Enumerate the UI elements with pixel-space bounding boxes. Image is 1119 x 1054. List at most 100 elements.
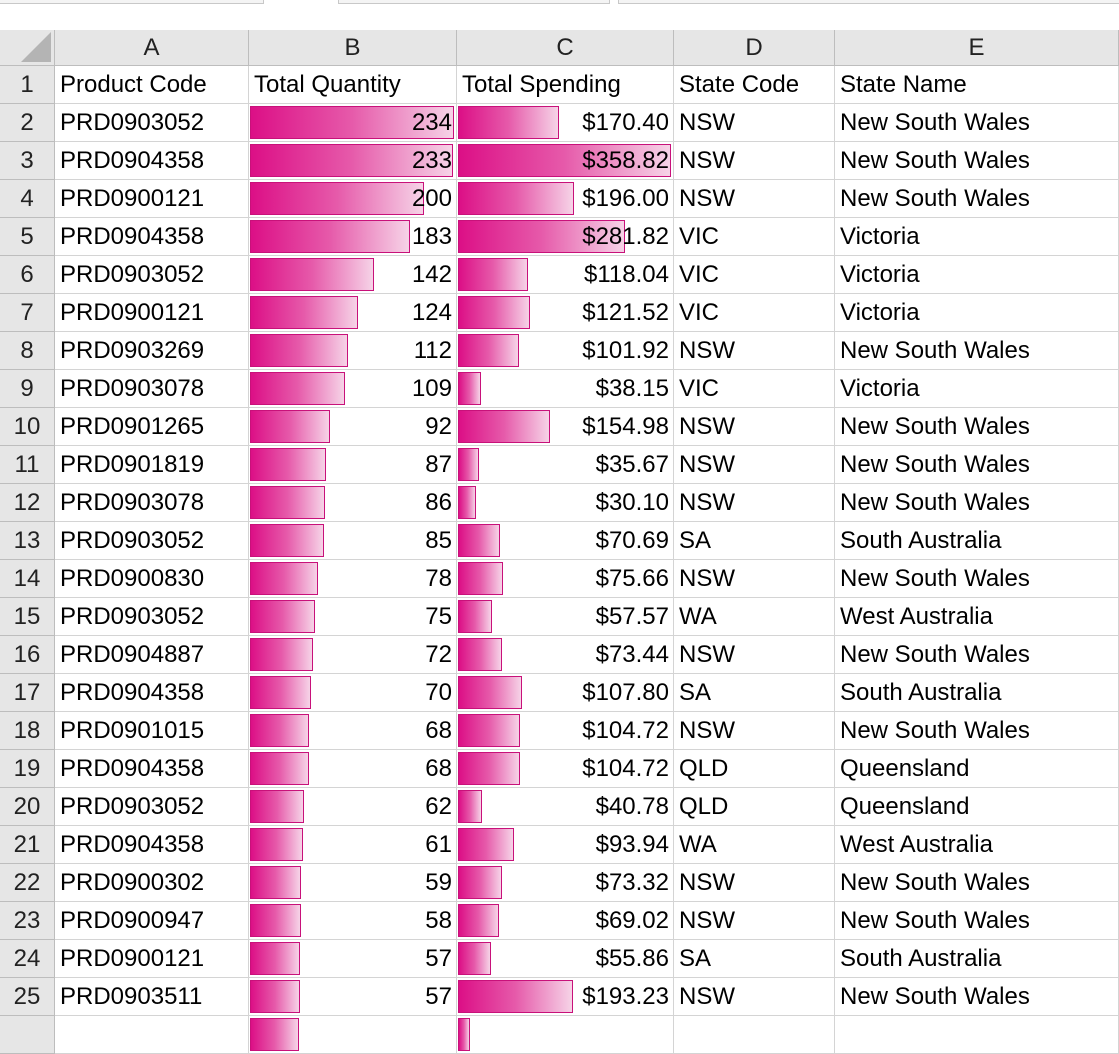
cell-state-code[interactable]: NSW	[674, 142, 835, 180]
cell-total-spending[interactable]: $75.66	[457, 560, 674, 598]
cell-state-name[interactable]: West Australia	[835, 826, 1119, 864]
cell-product-code[interactable]: PRD0904887	[55, 636, 249, 674]
cell-state-code[interactable]: WA	[674, 598, 835, 636]
cell-total-quantity[interactable]: 68	[249, 750, 457, 788]
column-header-e[interactable]: E	[835, 30, 1119, 66]
cell-product-code[interactable]: PRD0900947	[55, 902, 249, 940]
row-header[interactable]: 14	[0, 560, 55, 598]
cell-state-name[interactable]: New South Wales	[835, 902, 1119, 940]
cell-product-code[interactable]: PRD0903052	[55, 598, 249, 636]
cell-total-quantity[interactable]: 58	[249, 902, 457, 940]
cell-total-quantity[interactable]: 62	[249, 788, 457, 826]
cell-product-code[interactable]: PRD0904358	[55, 218, 249, 256]
row-header-1[interactable]: 1	[0, 66, 55, 104]
cell-total-quantity[interactable]: 68	[249, 712, 457, 750]
cell-product-code[interactable]: PRD0900121	[55, 940, 249, 978]
cell-state-name[interactable]: New South Wales	[835, 712, 1119, 750]
cell-state-code[interactable]: SA	[674, 522, 835, 560]
row-header[interactable]: 23	[0, 902, 55, 940]
cell-state-name[interactable]: South Australia	[835, 674, 1119, 712]
cell-total-spending[interactable]: $70.69	[457, 522, 674, 560]
cell-product-code[interactable]: PRD0903269	[55, 332, 249, 370]
cell-total-quantity[interactable]: 59	[249, 864, 457, 902]
cell-state-name[interactable]: New South Wales	[835, 446, 1119, 484]
cell-product-code[interactable]: PRD0904358	[55, 826, 249, 864]
cell-total-spending[interactable]: $73.44	[457, 636, 674, 674]
cell-state-name[interactable]: New South Wales	[835, 408, 1119, 446]
cell-total-quantity[interactable]: 70	[249, 674, 457, 712]
cell-total-quantity[interactable]: 92	[249, 408, 457, 446]
cell-total-spending[interactable]: $107.80	[457, 674, 674, 712]
cell-state-name[interactable]: West Australia	[835, 598, 1119, 636]
cell-state-name[interactable]: South Australia	[835, 522, 1119, 560]
cell-state-name[interactable]: New South Wales	[835, 180, 1119, 218]
cell-total-spending[interactable]: $101.92	[457, 332, 674, 370]
cell-product-code[interactable]: PRD0903052	[55, 256, 249, 294]
cell-total-quantity[interactable]: 233	[249, 142, 457, 180]
cell-state-code[interactable]: NSW	[674, 484, 835, 522]
cell-state-name[interactable]: Queensland	[835, 750, 1119, 788]
cell-total-spending[interactable]: $30.10	[457, 484, 674, 522]
cell-state-code[interactable]: NSW	[674, 864, 835, 902]
row-header[interactable]: 10	[0, 408, 55, 446]
cell-product-code[interactable]: PRD0901819	[55, 446, 249, 484]
cell-product-code[interactable]: PRD0903052	[55, 522, 249, 560]
cell-state-code[interactable]: NSW	[674, 902, 835, 940]
cell-total-spending[interactable]: $104.72	[457, 712, 674, 750]
row-header[interactable]: 20	[0, 788, 55, 826]
row-header[interactable]: 11	[0, 446, 55, 484]
cell-state-code[interactable]: QLD	[674, 750, 835, 788]
row-header[interactable]: 8	[0, 332, 55, 370]
cell-total-quantity[interactable]: 183	[249, 218, 457, 256]
cell-total-spending[interactable]: $93.94	[457, 826, 674, 864]
cell-state-code[interactable]: NSW	[674, 560, 835, 598]
cell-total-quantity[interactable]: 87	[249, 446, 457, 484]
column-header-a[interactable]: A	[55, 30, 249, 66]
cell-total-spending[interactable]: $358.82	[457, 142, 674, 180]
cell-state-name[interactable]: New South Wales	[835, 332, 1119, 370]
cell-product-code[interactable]: PRD0903078	[55, 370, 249, 408]
cell-product-code[interactable]: PRD0900121	[55, 294, 249, 332]
cell-state-name[interactable]: South Australia	[835, 940, 1119, 978]
cell-total-spending[interactable]: $35.67	[457, 446, 674, 484]
cell-product-code[interactable]: PRD0901015	[55, 712, 249, 750]
cell-state-name[interactable]: Victoria	[835, 294, 1119, 332]
row-header[interactable]: 22	[0, 864, 55, 902]
row-header[interactable]: 4	[0, 180, 55, 218]
cell-total-spending[interactable]: $121.52	[457, 294, 674, 332]
cell-product-code[interactable]: PRD0900121	[55, 180, 249, 218]
row-header[interactable]: 16	[0, 636, 55, 674]
cell-header[interactable]: Total Spending	[457, 66, 674, 104]
cell-total-quantity[interactable]: 78	[249, 560, 457, 598]
cell-total-spending[interactable]: $73.32	[457, 864, 674, 902]
cell-state-name[interactable]: New South Wales	[835, 560, 1119, 598]
cell-total-quantity[interactable]: 75	[249, 598, 457, 636]
cell-product-code[interactable]: PRD0904358	[55, 750, 249, 788]
cell-state-code[interactable]: VIC	[674, 370, 835, 408]
row-header[interactable]: 7	[0, 294, 55, 332]
cell-total-quantity[interactable]: 142	[249, 256, 457, 294]
cell-total-spending[interactable]: $281.82	[457, 218, 674, 256]
row-header[interactable]: 12	[0, 484, 55, 522]
cell-total-quantity[interactable]: 57	[249, 940, 457, 978]
cell-state-code[interactable]: SA	[674, 940, 835, 978]
cell-product-code[interactable]: PRD0903052	[55, 104, 249, 142]
cell-header[interactable]: Product Code	[55, 66, 249, 104]
cell-state-name[interactable]: New South Wales	[835, 978, 1119, 1016]
cell-state-name[interactable]: New South Wales	[835, 142, 1119, 180]
cell-state-code[interactable]: WA	[674, 826, 835, 864]
row-header[interactable]: 21	[0, 826, 55, 864]
cell-state-name[interactable]: Queensland	[835, 788, 1119, 826]
cell-state-code[interactable]: NSW	[674, 332, 835, 370]
cell-total-quantity[interactable]: 61	[249, 826, 457, 864]
cell-total-quantity[interactable]: 86	[249, 484, 457, 522]
cell-total-spending[interactable]: $69.02	[457, 902, 674, 940]
cell-total-spending[interactable]: $40.78	[457, 788, 674, 826]
cell-state-code[interactable]: VIC	[674, 256, 835, 294]
cell-product-code[interactable]: PRD0904358	[55, 142, 249, 180]
cell-state-name[interactable]: Victoria	[835, 256, 1119, 294]
cell-state-name[interactable]: New South Wales	[835, 484, 1119, 522]
cell-product-code[interactable]: PRD0904358	[55, 674, 249, 712]
cell-total-quantity[interactable]: 109	[249, 370, 457, 408]
row-header[interactable]: 3	[0, 142, 55, 180]
